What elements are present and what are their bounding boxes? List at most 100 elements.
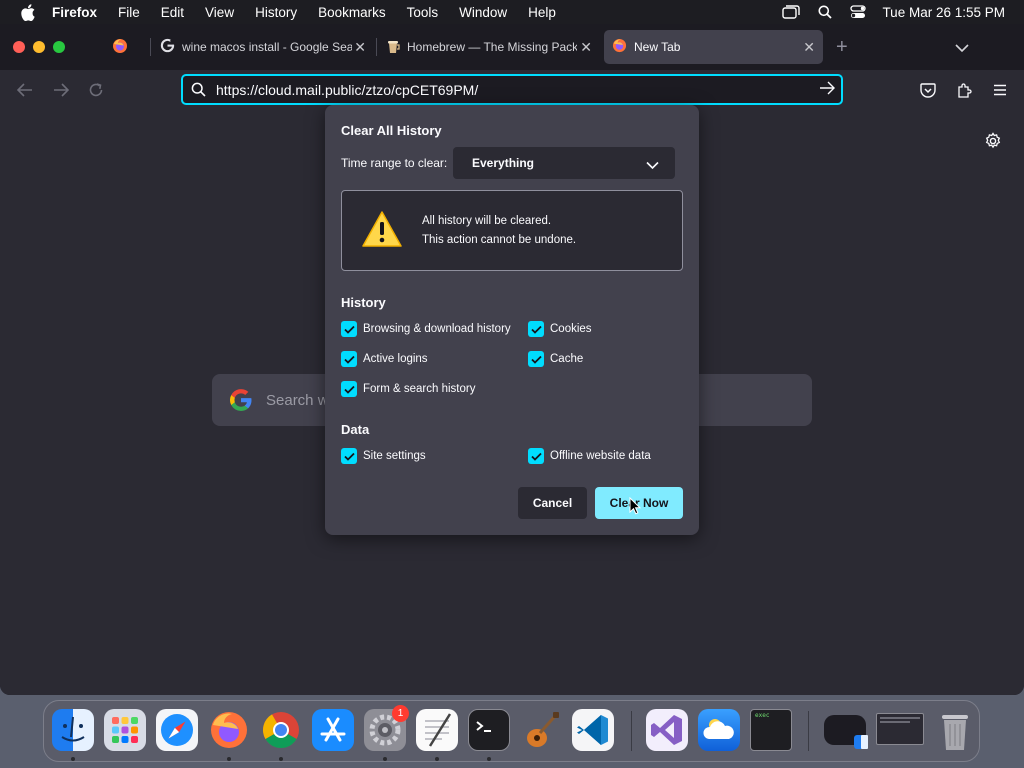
chrome-icon[interactable] [260,709,302,751]
checkbox-label: Site settings [363,450,426,462]
menu-window[interactable]: Window [459,5,507,20]
dock-separator [631,711,632,751]
running-indicator [435,757,439,761]
new-tab-page: Search w Clear All History Time range to… [0,105,1024,695]
back-arrow-icon[interactable] [16,81,34,99]
firefox-icon [612,38,627,56]
checkbox-label: Browsing & download history [363,323,511,335]
menu-bookmarks[interactable]: Bookmarks [318,5,386,20]
checkbox-offline-website-data[interactable]: Offline website data [528,448,651,464]
apple-menu-icon[interactable] [18,2,38,22]
textedit-icon[interactable] [416,709,458,751]
garageband-icon[interactable] [520,709,562,751]
checkmark-icon[interactable] [528,448,544,464]
exec-terminal-icon[interactable]: exec [750,709,792,751]
launchpad-icon[interactable] [104,709,146,751]
safari-icon[interactable] [156,709,198,751]
vscode-icon[interactable] [572,709,614,751]
forward-arrow-icon[interactable] [52,81,70,99]
checkbox-label: Offline website data [550,450,651,462]
running-indicator [227,757,231,761]
spotlight-search-icon[interactable] [818,5,833,19]
checkbox-label: Active logins [363,353,428,365]
navigation-toolbar: https://cloud.mail.public/ztzo/cpCET69PM… [0,70,1024,110]
checkbox-cookies[interactable]: Cookies [528,321,592,337]
time-range-select[interactable]: Everything [453,147,675,179]
pinned-tab-firefox[interactable] [104,30,148,64]
new-tab-plus-icon[interactable]: + [836,36,848,59]
visual-studio-icon[interactable] [646,709,688,751]
firefox-window: wine macos install - Google Sear ✕ Homeb… [0,24,1024,695]
warning-line-1: All history will be cleared. [422,215,552,227]
checkmark-icon[interactable] [528,321,544,337]
running-indicator [71,757,75,761]
checkbox-active-logins[interactable]: Active logins [341,351,428,367]
warning-box: All history will be cleared. This action… [341,190,683,271]
menu-bar: Firefox File Edit View History Bookmarks… [0,0,1024,24]
menu-tools[interactable]: Tools [407,5,439,20]
dock: 1 exec [43,700,980,762]
checkmark-icon[interactable] [341,381,357,397]
icloud-weather-icon[interactable] [698,709,740,751]
menubar-clock[interactable]: Tue Mar 26 1:55 PM [882,5,1005,20]
menu-app-firefox[interactable]: Firefox [52,5,97,20]
mouse-pointer-icon [629,496,642,520]
go-arrow-icon[interactable] [819,81,835,95]
checkmark-icon[interactable] [341,351,357,367]
reload-icon[interactable] [87,81,105,99]
history-section-heading: History [341,295,386,310]
checkmark-icon[interactable] [341,448,357,464]
list-all-tabs-chevron-icon[interactable] [955,40,969,58]
minimized-window-thumbnail[interactable] [824,715,868,749]
tab-separator [376,38,377,56]
warning-triangle-icon [361,210,403,253]
gear-icon[interactable] [984,132,1002,155]
checkmark-icon[interactable] [341,321,357,337]
chevron-down-icon [646,157,659,175]
extensions-puzzle-icon[interactable] [955,81,973,99]
homebrew-icon [386,38,400,57]
cancel-button[interactable]: Cancel [518,487,587,519]
checkbox-site-settings[interactable]: Site settings [341,448,426,464]
menu-help[interactable]: Help [528,5,556,20]
menu-history[interactable]: History [255,5,297,20]
url-text[interactable]: https://cloud.mail.public/ztzo/cpCET69PM… [216,82,478,98]
pocket-icon[interactable] [919,81,937,99]
notification-badge: 1 [392,705,409,722]
control-center-icon[interactable] [850,5,867,19]
checkbox-browsing-download-history[interactable]: Browsing & download history [341,321,511,337]
tab-close-icon[interactable]: ✕ [354,39,366,56]
checkmark-icon[interactable] [528,351,544,367]
running-indicator [383,757,387,761]
tab-close-icon[interactable]: ✕ [580,39,592,56]
running-indicator [279,757,283,761]
tab-google-search[interactable]: wine macos install - Google Sear ✕ [152,30,374,64]
window-close-button[interactable] [13,41,25,53]
terminal-icon[interactable] [468,709,510,751]
menu-file[interactable]: File [118,5,140,20]
search-icon [191,82,206,97]
tab-bar: wine macos install - Google Sear ✕ Homeb… [0,24,1024,70]
checkbox-form-search-history[interactable]: Form & search history [341,381,475,397]
tab-title: New Tab [634,40,681,54]
minimized-window-thumbnail[interactable] [876,713,924,745]
finder-icon[interactable] [52,709,94,751]
hamburger-menu-icon[interactable] [991,81,1009,99]
app-store-icon[interactable] [312,709,354,751]
tab-title: wine macos install - Google Sear [182,40,352,54]
address-bar[interactable]: https://cloud.mail.public/ztzo/cpCET69PM… [181,74,843,105]
tab-new-tab[interactable]: New Tab ✕ [604,30,823,64]
firefox-icon [112,38,128,57]
trash-icon[interactable] [934,709,976,751]
window-minimize-button[interactable] [33,41,45,53]
tab-close-icon[interactable]: ✕ [803,39,815,56]
google-logo-icon [228,387,254,413]
checkbox-label: Form & search history [363,383,476,395]
window-zoom-button[interactable] [53,41,65,53]
menu-view[interactable]: View [205,5,234,20]
menu-edit[interactable]: Edit [161,5,184,20]
firefox-dock-icon[interactable] [208,709,250,751]
checkbox-cache[interactable]: Cache [528,351,583,367]
screen-mirroring-icon[interactable] [782,5,801,19]
tab-homebrew[interactable]: Homebrew — The Missing Package ✕ [378,30,600,64]
